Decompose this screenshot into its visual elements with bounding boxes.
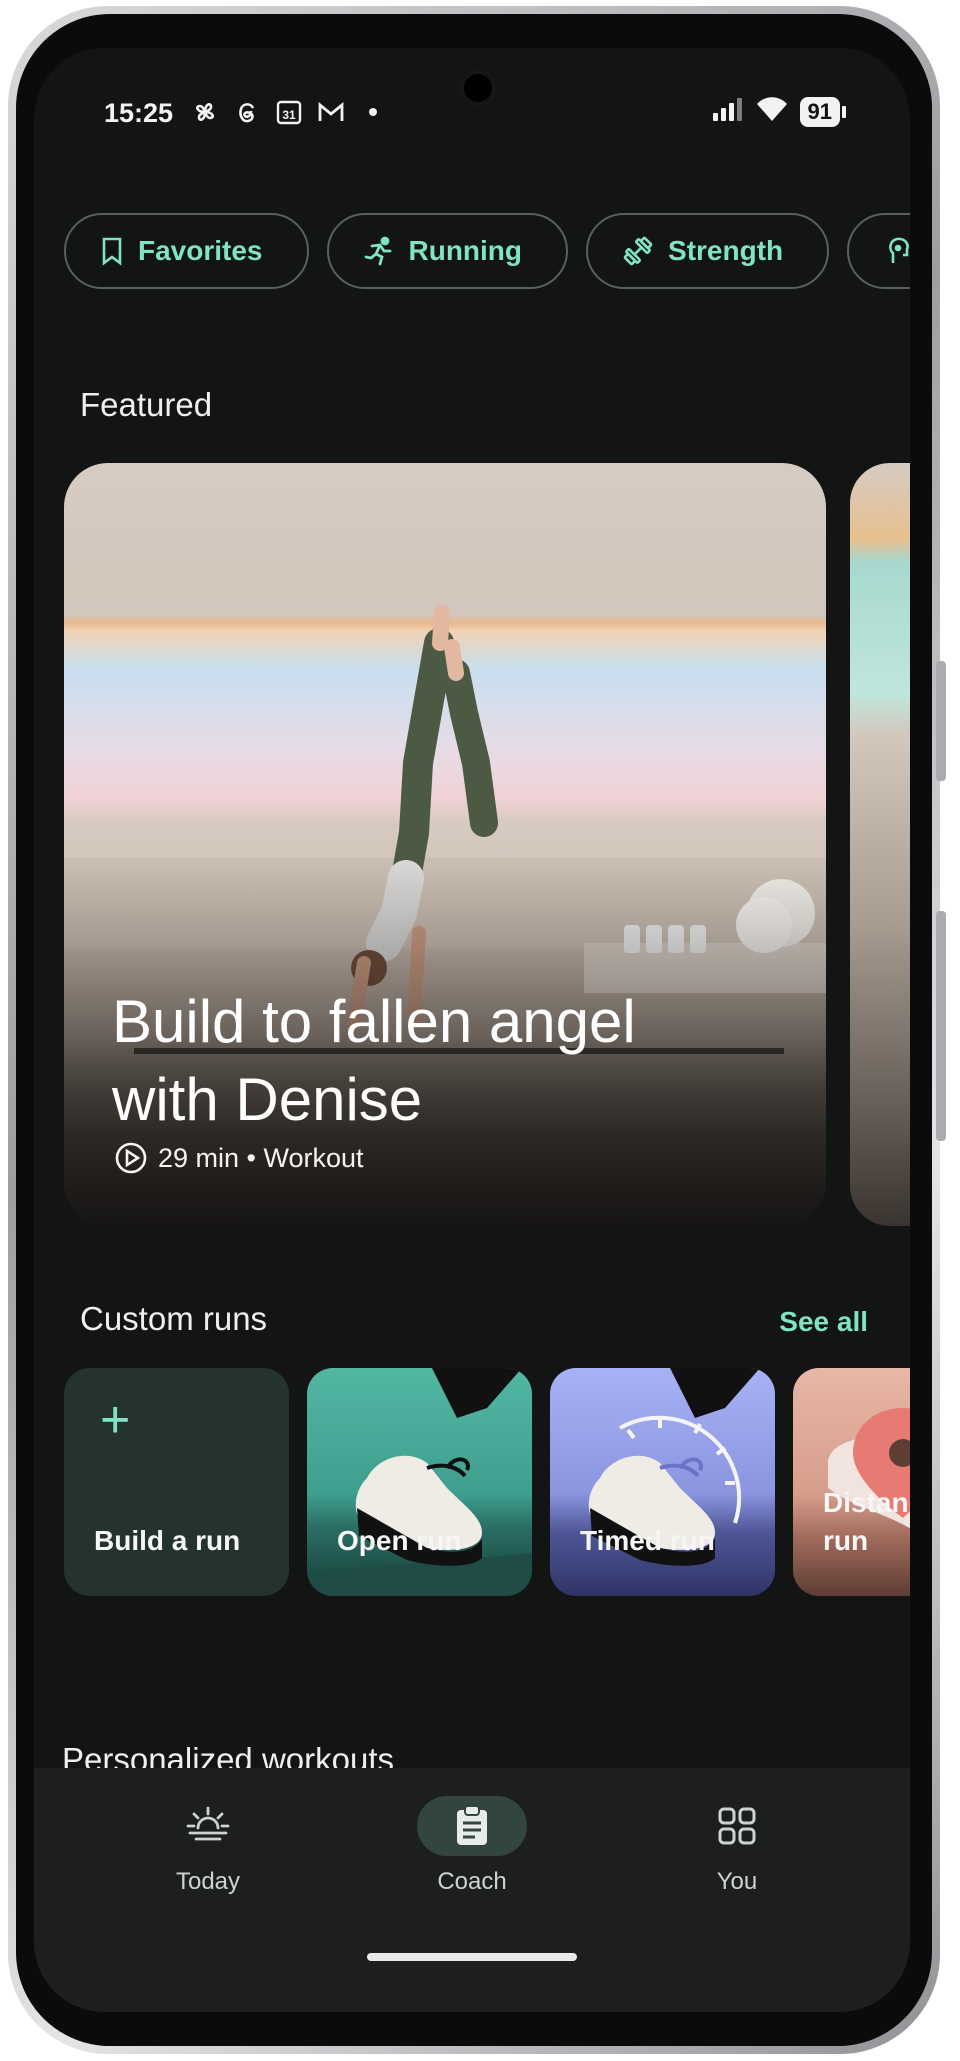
build-a-run-card[interactable]: + Build a run	[64, 1368, 289, 1596]
svg-text:31: 31	[282, 108, 296, 122]
chip-favorites[interactable]: Favorites	[64, 213, 309, 289]
chip-running[interactable]: Running	[326, 213, 569, 289]
nav-label: You	[716, 1868, 758, 1895]
chip-label: Running	[408, 235, 523, 266]
run-card-label: Build a run	[94, 1525, 241, 1556]
volume-button	[936, 911, 946, 1141]
open-run-card[interactable]: Open run	[307, 1368, 532, 1596]
featured-card-meta: 29 min • Workout	[114, 1141, 364, 1175]
nav-label: Coach	[437, 1868, 507, 1895]
chip-mindfulness[interactable]	[847, 213, 910, 289]
bottom-navigation-bar: Today Coach You	[34, 1768, 910, 2012]
run-card-label: Timed run	[580, 1525, 715, 1556]
dumbbell-icon	[623, 236, 653, 266]
sunrise-icon	[153, 1796, 263, 1856]
battery-indicator: 91	[799, 96, 847, 127]
grid-icon	[682, 1796, 792, 1856]
run-card-label: Distance run	[823, 1487, 910, 1556]
meditation-icon	[889, 237, 909, 263]
nav-item-today[interactable]: Today	[118, 1796, 298, 1896]
signal-icon	[712, 97, 744, 126]
pinwheel-icon	[189, 96, 221, 128]
see-all-link[interactable]: See all	[779, 1306, 868, 1338]
status-time: 15:25	[104, 98, 174, 128]
bookmark-icon	[102, 237, 122, 266]
featured-workout-card[interactable]: Build to fallen angel with Denise 29 min…	[64, 463, 826, 1226]
featured-card-title: Build to fallen angel with Denise	[112, 988, 636, 1133]
timed-run-card[interactable]: Timed run	[550, 1368, 775, 1596]
threads-icon	[231, 96, 263, 128]
calendar-icon: 31	[273, 96, 305, 128]
plus-icon: +	[100, 1391, 131, 1449]
shoe-timer-icon	[588, 1368, 760, 1566]
gesture-home-bar[interactable]	[367, 1953, 577, 1961]
wifi-icon	[756, 96, 788, 127]
run-card-label: Open run	[337, 1525, 462, 1556]
system-icons: 91	[712, 96, 847, 127]
shoe-icon	[307, 1368, 532, 1596]
more-notifications-dot-icon	[357, 96, 389, 128]
custom-runs-section-title: Custom runs	[80, 1300, 268, 1337]
power-button	[936, 661, 946, 781]
filter-chips: Favorites Running Strength	[64, 213, 910, 289]
gmail-icon	[315, 96, 347, 128]
clipboard-icon	[417, 1796, 527, 1856]
play-circle-icon	[115, 1142, 147, 1174]
nav-item-you[interactable]: You	[647, 1796, 827, 1896]
running-icon	[364, 236, 391, 266]
chip-label: Favorites	[138, 235, 263, 266]
next-featured-card[interactable]	[850, 463, 910, 1226]
front-camera	[458, 68, 498, 108]
notification-icons: 31	[189, 96, 389, 128]
featured-section-title: Featured	[80, 386, 213, 423]
distance-run-card[interactable]: Distance run	[793, 1368, 910, 1596]
map-pin-icon	[828, 1408, 910, 1529]
chip-strength[interactable]: Strength	[586, 213, 830, 289]
nav-label: Today	[175, 1868, 241, 1895]
workout-duration-type: 29 min • Workout	[158, 1142, 364, 1173]
chip-label: Strength	[668, 235, 784, 266]
screen: 15:25 31 91 Favorites Running Strength F…	[34, 48, 910, 2012]
nav-item-coach[interactable]: Coach	[382, 1796, 562, 1896]
